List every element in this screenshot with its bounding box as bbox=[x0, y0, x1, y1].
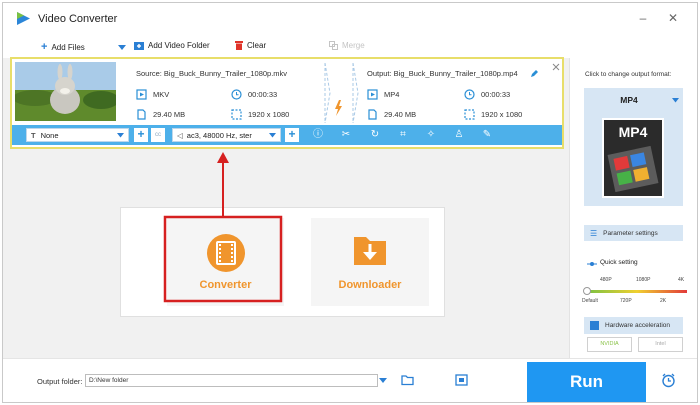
parameter-settings-button[interactable]: ☰ Parameter settings bbox=[584, 225, 683, 241]
output-list-icon[interactable] bbox=[455, 374, 468, 386]
quality-slider-track[interactable] bbox=[587, 290, 687, 293]
quality-label-4k: 4K bbox=[678, 277, 685, 283]
mp4-format-icon: MP4 bbox=[602, 118, 664, 198]
parameter-settings-label: Parameter settings bbox=[603, 229, 658, 237]
bottom-bar: Output folder: D:\New folder Run bbox=[3, 358, 697, 402]
output-folder-label: Output folder: bbox=[37, 377, 83, 386]
intel-badge: Intel bbox=[638, 337, 683, 352]
open-folder-icon[interactable] bbox=[401, 374, 415, 386]
output-folder-input[interactable]: D:\New folder bbox=[85, 374, 378, 387]
run-button[interactable]: Run bbox=[527, 362, 646, 402]
output-format-title: Click to change output format: bbox=[585, 71, 672, 78]
quality-label-1080p: 1080P bbox=[636, 277, 651, 283]
quality-label-480p: 480P bbox=[600, 277, 612, 283]
output-folder-dropdown-icon[interactable] bbox=[379, 378, 387, 384]
quick-setting-label: Quick setting bbox=[600, 259, 638, 266]
checkbox-icon bbox=[590, 321, 599, 330]
alarm-clock-icon[interactable] bbox=[661, 373, 676, 388]
format-dropdown-icon bbox=[672, 98, 679, 103]
quality-label-2k: 2K bbox=[660, 298, 667, 304]
hardware-acceleration-label: Hardware acceleration bbox=[605, 322, 671, 329]
output-format-selector[interactable]: MP4 MP4 bbox=[584, 88, 683, 206]
quality-label-default: Default bbox=[582, 298, 598, 304]
nvidia-badge: NVIDIA bbox=[587, 337, 632, 352]
output-format-name: MP4 bbox=[620, 95, 638, 105]
sliders-icon: ☰ bbox=[590, 228, 598, 238]
quality-label-720p: 720P bbox=[620, 298, 632, 304]
output-format-panel: Click to change output format: MP4 MP4 ☰… bbox=[569, 58, 697, 358]
quick-setting-icon bbox=[587, 262, 597, 266]
quality-slider-handle[interactable] bbox=[583, 287, 591, 295]
mp4-logo-text: MP4 bbox=[618, 124, 648, 140]
app-window: Video Converter – ✕ + Add Files Add Vide… bbox=[2, 2, 698, 403]
hardware-acceleration-toggle[interactable]: Hardware acceleration bbox=[584, 317, 683, 334]
film-strip-graphic bbox=[607, 145, 659, 193]
